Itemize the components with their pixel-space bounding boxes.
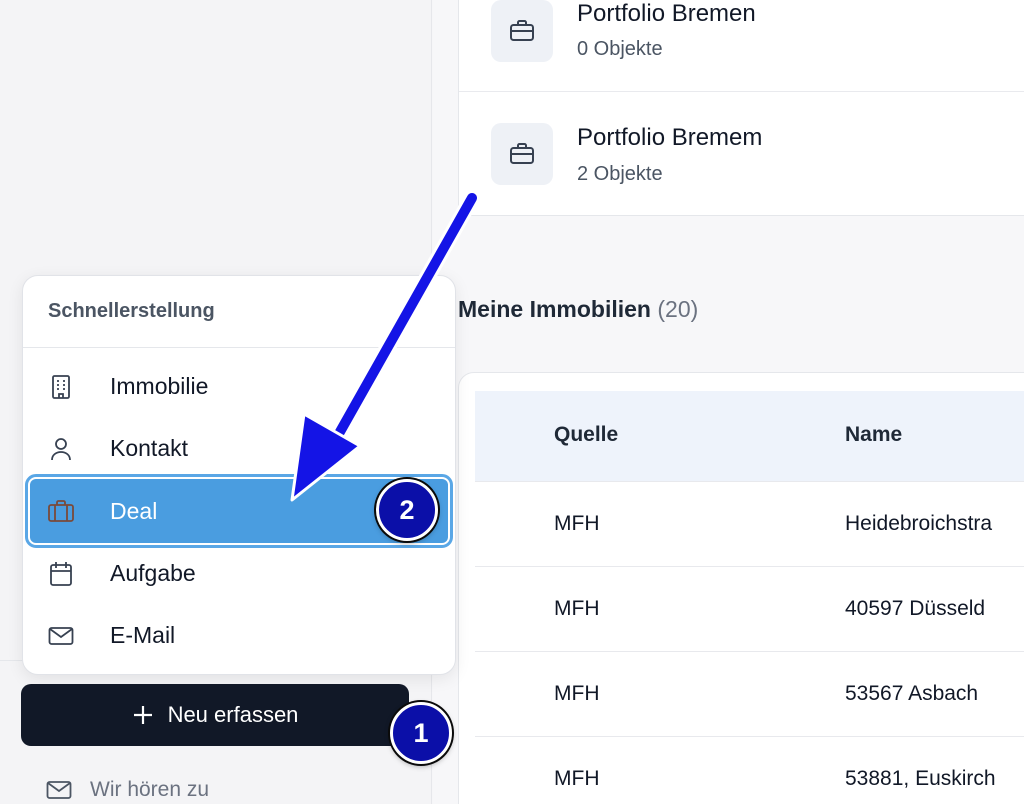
properties-table: Quelle Name MFH Heidebroichstra MFH 4059… [458,372,1024,804]
cell-source: MFH [554,767,600,790]
section-title-text: Meine Immobilien [458,296,651,322]
menu-item-label: Immobilie [110,373,209,399]
menu-item-email[interactable]: E-Mail [23,606,455,666]
cell-name: 53567 Asbach [845,682,979,705]
portfolio-name: Portfolio Bremem [577,124,763,151]
user-icon [47,435,75,463]
quick-create-menu: Schnellerstellung Immobilie Kontakt Deal [22,275,456,675]
portfolio-object-count: 0 Objekte [577,38,663,60]
portfolio-item[interactable]: Portfolio Bremen 0 Objekte [459,0,1024,92]
portfolio-item[interactable]: Portfolio Bremem 2 Objekte [459,93,1024,185]
portfolio-list: Portfolio Bremen 0 Objekte Portfolio Bre… [458,0,1024,216]
feedback-link[interactable]: Wir hören zu [46,772,209,804]
cell-name: 53881, Euskirch [845,767,996,790]
cell-source: MFH [554,682,600,705]
menu-item-label: E-Mail [110,622,176,648]
calendar-icon [47,560,75,588]
cell-source: MFH [554,512,600,535]
new-entry-label: Neu erfassen [167,702,299,727]
briefcase-icon [491,123,553,185]
cell-name: 40597 Düsseld [845,597,986,620]
portfolio-name: Portfolio Bremen [577,0,756,27]
quick-create-title: Schnellerstellung [48,300,215,322]
column-header-name[interactable]: Name [845,423,902,447]
briefcase-icon [491,0,553,62]
table-header: Quelle Name [475,391,1024,481]
menu-item-kontakt[interactable]: Kontakt [23,419,455,479]
menu-item-aufgabe[interactable]: Aufgabe [23,544,455,604]
briefcase-icon [47,497,75,525]
table-row[interactable]: MFH 40597 Düsseld [475,566,1024,651]
menu-item-immobilie[interactable]: Immobilie [23,357,455,417]
menu-item-label: Deal [110,498,158,524]
menu-item-label: Kontakt [110,435,188,461]
step-badge-1: 1 [390,702,452,764]
cell-source: MFH [554,597,600,620]
cell-name: Heidebroichstra [845,512,993,535]
menu-item-label: Aufgabe [110,560,196,586]
column-header-source[interactable]: Quelle [554,423,618,447]
table-row[interactable]: MFH Heidebroichstra [475,481,1024,566]
popup-divider [23,347,455,348]
table-row[interactable]: MFH 53567 Asbach [475,651,1024,736]
step-badge-2: 2 [376,479,438,541]
table-row[interactable]: MFH 53881, Euskirch [475,736,1024,804]
mail-icon [46,781,72,799]
mail-icon [47,622,75,650]
new-entry-button[interactable]: Neu erfassen [21,684,409,746]
section-title: Meine Immobilien (20) [458,296,698,323]
feedback-label: Wir hören zu [90,778,210,801]
section-count: (20) [657,296,699,322]
portfolio-object-count: 2 Objekte [577,163,663,185]
building-icon [47,373,75,401]
plus-icon [133,706,152,724]
